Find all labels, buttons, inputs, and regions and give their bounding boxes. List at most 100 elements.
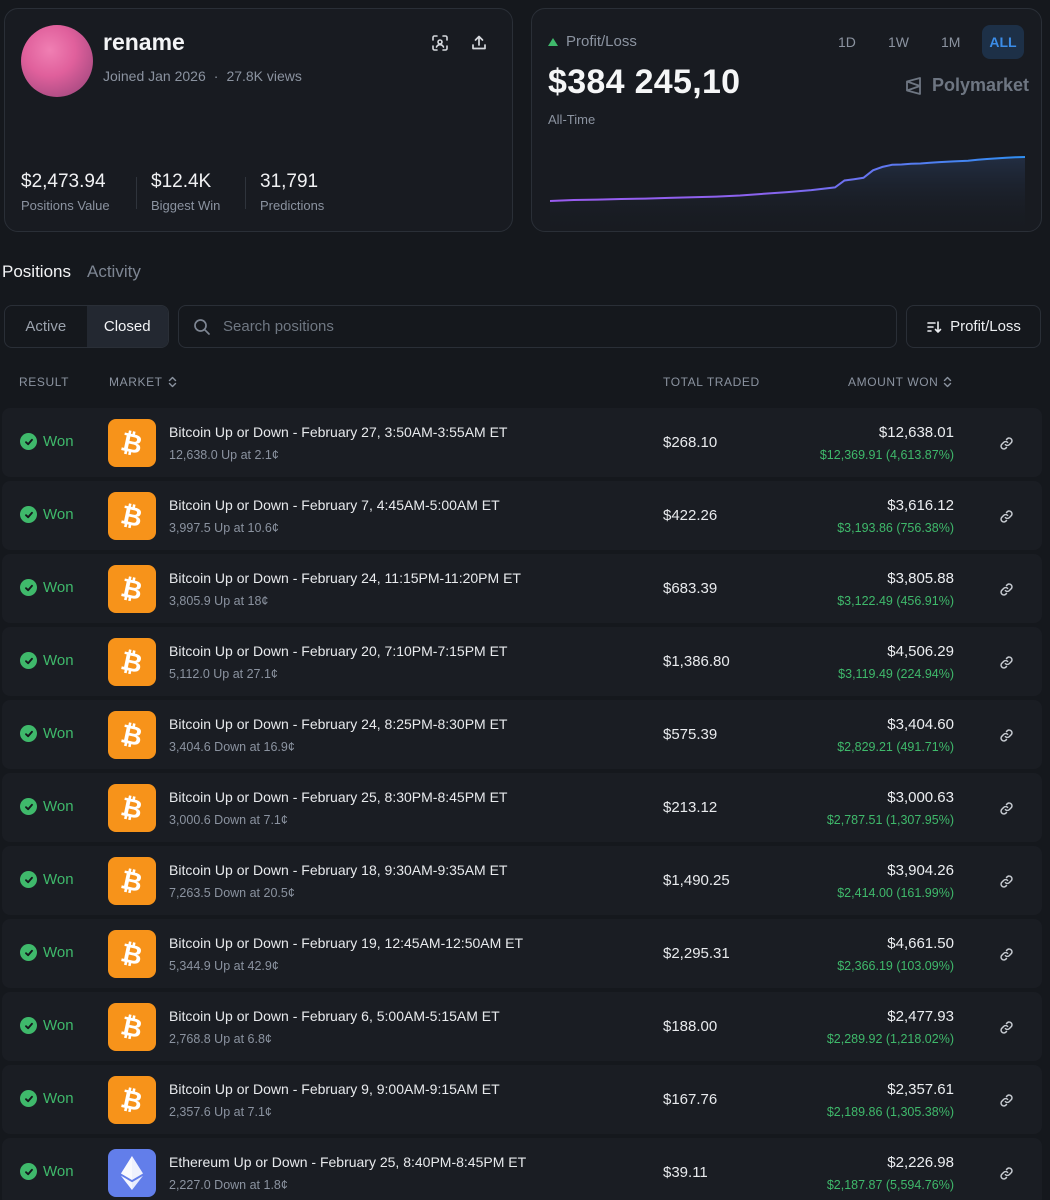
profit-loss-card: Profit/Loss $384 245,10 All-Time 1D 1W 1… (531, 8, 1042, 232)
check-circle-icon (20, 433, 37, 450)
sort-button[interactable]: Profit/Loss (906, 305, 1041, 348)
result-label: Won (43, 1090, 74, 1107)
amount-won-value: $2,477.93 (887, 1008, 954, 1025)
share-icon[interactable] (467, 31, 491, 55)
check-circle-icon (20, 798, 37, 815)
avatar[interactable] (21, 25, 93, 97)
column-market[interactable]: MARKET (109, 375, 177, 389)
position-row[interactable]: Won ₿ Bitcoin Up or Down - February 25, … (2, 773, 1042, 842)
position-row[interactable]: Won ₿ Bitcoin Up or Down - February 9, 9… (2, 1065, 1042, 1134)
market-title[interactable]: Bitcoin Up or Down - February 7, 4:45AM-… (169, 497, 500, 513)
market-title[interactable]: Bitcoin Up or Down - February 24, 8:25PM… (169, 716, 507, 732)
link-icon[interactable] (996, 1017, 1016, 1037)
position-row[interactable]: Won ₿ Bitcoin Up or Down - February 20, … (2, 627, 1042, 696)
market-title[interactable]: Bitcoin Up or Down - February 20, 7:10PM… (169, 643, 507, 659)
profit-value: $2,366.19 (103.09%) (837, 959, 954, 973)
market-title[interactable]: Bitcoin Up or Down - February 19, 12:45A… (169, 935, 523, 951)
joined-date: Joined Jan 2026 (103, 68, 206, 84)
profit-value: $3,122.49 (456.91%) (837, 594, 954, 608)
filter-closed-button[interactable]: Closed (86, 306, 168, 347)
profit-value: $2,189.86 (1,305.38%) (826, 1105, 954, 1119)
sort-arrows-icon (944, 376, 952, 388)
market-title[interactable]: Ethereum Up or Down - February 25, 8:40P… (169, 1154, 526, 1170)
bitcoin-symbol: ₿ (118, 791, 146, 826)
link-icon[interactable] (996, 871, 1016, 891)
bitcoin-icon: ₿ (108, 857, 156, 905)
amount-won-value: $3,404.60 (887, 716, 954, 733)
pnl-header: Profit/Loss (548, 33, 637, 50)
check-circle-icon (20, 1163, 37, 1180)
profit-value: $2,787.51 (1,307.95%) (826, 813, 954, 827)
scan-icon[interactable] (428, 31, 452, 55)
result-label: Won (43, 1017, 74, 1034)
position-detail: 5,344.9 Up at 42.9¢ (169, 959, 279, 973)
profit-value: $3,193.86 (756.38%) (837, 521, 954, 535)
position-row[interactable]: Won ₿ Bitcoin Up or Down - February 7, 4… (2, 481, 1042, 550)
polymarket-brand: Polymarket (904, 75, 1029, 96)
check-circle-icon (20, 944, 37, 961)
position-row[interactable]: Won ₿ Bitcoin Up or Down - February 6, 5… (2, 992, 1042, 1061)
total-traded-value: $188.00 (663, 1018, 718, 1035)
link-icon[interactable] (996, 579, 1016, 599)
market-title[interactable]: Bitcoin Up or Down - February 9, 9:00AM-… (169, 1081, 500, 1097)
profit-value: $2,289.92 (1,218.02%) (826, 1032, 954, 1046)
result-cell: Won (20, 798, 74, 815)
position-row[interactable]: Won ₿ Bitcoin Up or Down - February 27, … (2, 408, 1042, 477)
total-traded-value: $268.10 (663, 434, 718, 451)
link-icon[interactable] (996, 433, 1016, 453)
range-1w-button[interactable]: 1W (880, 25, 917, 59)
stat-divider (136, 177, 137, 209)
tab-positions[interactable]: Positions (2, 262, 71, 282)
market-title[interactable]: Bitcoin Up or Down - February 25, 8:30PM… (169, 789, 507, 805)
position-row[interactable]: Won ₿ Bitcoin Up or Down - February 24, … (2, 700, 1042, 769)
result-label: Won (43, 725, 74, 742)
position-row[interactable]: Won Ethereum Up or Down - February 25, 8… (2, 1138, 1042, 1200)
bitcoin-symbol: ₿ (118, 426, 146, 461)
market-title[interactable]: Bitcoin Up or Down - February 27, 3:50AM… (169, 424, 507, 440)
result-cell: Won (20, 1163, 74, 1180)
bitcoin-icon: ₿ (108, 565, 156, 613)
position-detail: 12,638.0 Up at 2.1¢ (169, 448, 279, 462)
bitcoin-symbol: ₿ (118, 1083, 146, 1118)
link-icon[interactable] (996, 1163, 1016, 1183)
total-traded-value: $575.39 (663, 726, 718, 743)
link-icon[interactable] (996, 506, 1016, 526)
filter-active-button[interactable]: Active (5, 306, 87, 347)
link-icon[interactable] (996, 944, 1016, 964)
pnl-period: All-Time (548, 112, 596, 127)
amount-won-value: $12,638.01 (878, 424, 954, 441)
link-icon[interactable] (996, 798, 1016, 818)
tab-activity[interactable]: Activity (87, 262, 141, 282)
range-all-button[interactable]: ALL (982, 25, 1024, 59)
market-title[interactable]: Bitcoin Up or Down - February 18, 9:30AM… (169, 862, 507, 878)
market-title[interactable]: Bitcoin Up or Down - February 24, 11:15P… (169, 570, 521, 586)
column-amount-won[interactable]: AMOUNT WON (848, 375, 952, 389)
check-circle-icon (20, 871, 37, 888)
profile-card: rename Joined Jan 2026 · 27.8K views $2,47… (4, 8, 513, 232)
range-1m-button[interactable]: 1M (933, 25, 968, 59)
meta-separator: · (213, 68, 219, 84)
result-cell: Won (20, 725, 74, 742)
position-detail: 3,000.6 Down at 7.1¢ (169, 813, 288, 827)
amount-won-value: $3,904.26 (887, 862, 954, 879)
column-market-label: MARKET (109, 375, 163, 389)
stat-value: $12.4K (151, 171, 212, 192)
position-row[interactable]: Won ₿ Bitcoin Up or Down - February 19, … (2, 919, 1042, 988)
profit-value: $2,414.00 (161.99%) (837, 886, 954, 900)
link-icon[interactable] (996, 725, 1016, 745)
position-row[interactable]: Won ₿ Bitcoin Up or Down - February 24, … (2, 554, 1042, 623)
position-row[interactable]: Won ₿ Bitcoin Up or Down - February 18, … (2, 846, 1042, 915)
link-icon[interactable] (996, 1090, 1016, 1110)
market-title[interactable]: Bitcoin Up or Down - February 6, 5:00AM-… (169, 1008, 500, 1024)
search-input[interactable] (223, 318, 823, 335)
link-icon[interactable] (996, 652, 1016, 672)
range-1d-button[interactable]: 1D (830, 25, 864, 59)
stat-biggest-win: $12.4K Biggest Win (151, 171, 220, 213)
stat-divider (245, 177, 246, 209)
check-circle-icon (20, 1090, 37, 1107)
column-total-traded: TOTAL TRADED (663, 375, 760, 389)
pnl-chart (549, 156, 1026, 231)
bitcoin-symbol: ₿ (118, 645, 146, 680)
position-detail: 3,404.6 Down at 16.9¢ (169, 740, 295, 754)
amount-won-value: $3,000.63 (887, 789, 954, 806)
